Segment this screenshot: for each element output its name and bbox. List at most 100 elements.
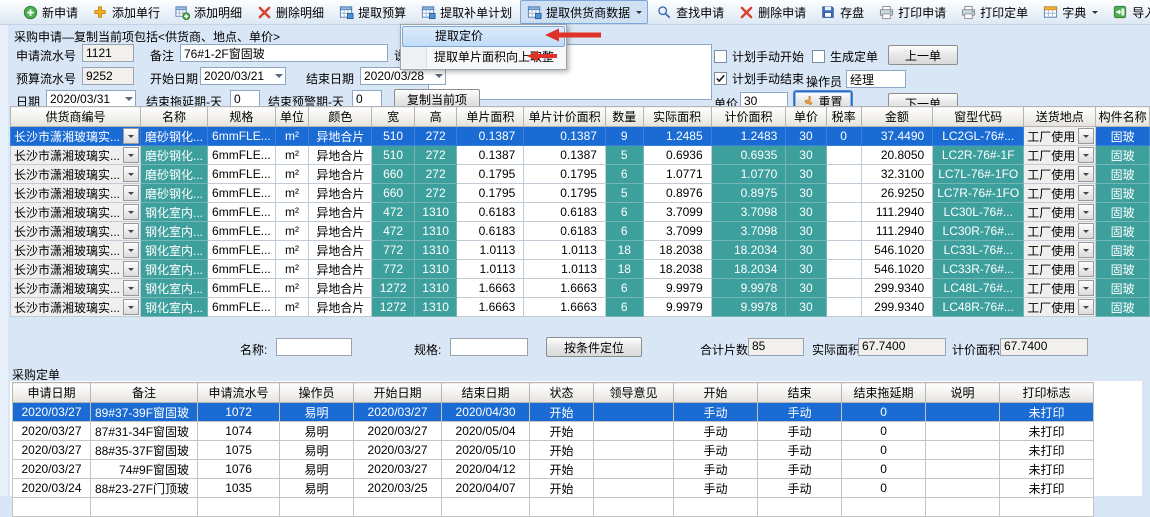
grid-cell[interactable]: 工厂使用 <box>1024 165 1096 184</box>
toolbar-button-3[interactable]: 添加明细 <box>168 0 248 24</box>
grid-cell[interactable]: 2020/04/07 <box>442 479 530 498</box>
chevron-down-icon[interactable] <box>123 299 139 315</box>
filter-spec-input[interactable] <box>450 338 528 356</box>
grid-cell[interactable]: 工厂使用 <box>1024 241 1096 260</box>
grid-cell[interactable] <box>594 441 674 460</box>
column-header[interactable]: 规格 <box>208 107 276 127</box>
grid-cell[interactable]: 手动 <box>674 479 758 498</box>
column-header[interactable]: 窗型代码 <box>933 107 1024 127</box>
grid-row[interactable]: 2020/03/2787#31-34F窗固玻1074易明2020/03/2720… <box>13 422 1094 441</box>
grid-cell[interactable] <box>826 298 861 317</box>
grid-cell[interactable] <box>826 203 861 222</box>
grid-cell[interactable]: 6mmFLE... <box>208 203 276 222</box>
chevron-down-icon[interactable] <box>1078 166 1094 182</box>
grid-cell[interactable]: 钢化室内... <box>141 260 208 279</box>
grid-cell[interactable]: 固玻 <box>1096 260 1150 279</box>
grid-cell[interactable]: 30 <box>786 241 826 260</box>
grid-cell[interactable]: 1.2485 <box>643 127 711 146</box>
grid-cell[interactable]: 6mmFLE... <box>208 222 276 241</box>
grid-cell[interactable]: 未打印 <box>1000 441 1094 460</box>
toolbar-button-4[interactable]: 删除明细 <box>250 0 330 24</box>
grid-cell[interactable]: LC30R-76#... <box>933 222 1024 241</box>
grid-cell[interactable]: 772 <box>372 241 415 260</box>
grid-cell[interactable]: 1.0113 <box>524 260 606 279</box>
grid-cell[interactable] <box>594 460 674 479</box>
toolbar-button-2[interactable]: 添加单行 <box>86 0 166 24</box>
grid-cell[interactable]: 2020/04/30 <box>442 403 530 422</box>
grid-cell[interactable]: 1076 <box>198 460 280 479</box>
grid-cell[interactable]: 手动 <box>674 460 758 479</box>
grid-cell[interactable]: m² <box>275 146 309 165</box>
grid-cell[interactable]: 0.8975 <box>711 184 786 203</box>
grid-cell[interactable]: 3.7099 <box>643 203 711 222</box>
grid-cell[interactable]: 固玻 <box>1096 298 1150 317</box>
grid-cell[interactable]: 工厂使用 <box>1024 203 1096 222</box>
grid-cell[interactable]: 20.8050 <box>861 146 933 165</box>
grid-cell[interactable]: 6mmFLE... <box>208 127 276 146</box>
grid-cell[interactable]: 1.2483 <box>711 127 786 146</box>
grid-cell[interactable]: 74#9F窗固玻 <box>91 460 198 479</box>
grid-cell[interactable]: 长沙市潇湘玻璃实... <box>11 298 141 317</box>
grid-cell[interactable]: 1035 <box>198 479 280 498</box>
grid-cell[interactable]: 1.0113 <box>457 241 524 260</box>
grid-cell[interactable]: 1272 <box>372 298 415 317</box>
grid-cell[interactable]: 546.1020 <box>861 260 933 279</box>
grid-cell[interactable]: 30 <box>786 203 826 222</box>
chevron-down-icon[interactable] <box>1078 261 1094 277</box>
grid-cell[interactable] <box>926 403 1000 422</box>
chevron-down-icon[interactable] <box>1078 128 1094 144</box>
grid-cell[interactable]: 钢化室内... <box>141 298 208 317</box>
grid-cell[interactable]: 1.6663 <box>457 298 524 317</box>
grid-cell[interactable] <box>926 422 1000 441</box>
chevron-down-icon[interactable] <box>123 261 139 277</box>
grid-cell[interactable]: 18.2038 <box>643 241 711 260</box>
column-header[interactable]: 送货地点 <box>1024 107 1096 127</box>
grid-cell[interactable]: 272 <box>414 184 457 203</box>
column-header[interactable]: 供货商编号 <box>11 107 141 127</box>
column-header[interactable]: 单片计价面积 <box>524 107 606 127</box>
grid-cell[interactable] <box>926 441 1000 460</box>
grid-cell[interactable]: 1.6663 <box>524 298 606 317</box>
grid-cell[interactable]: 272 <box>414 146 457 165</box>
chevron-down-icon[interactable] <box>123 280 139 296</box>
grid-cell[interactable]: m² <box>275 298 309 317</box>
toolbar-button-1[interactable]: 新申请 <box>16 0 84 24</box>
column-header[interactable]: 实际面积 <box>643 107 711 127</box>
grid-cell[interactable]: 18.2034 <box>711 241 786 260</box>
chevron-down-icon[interactable] <box>435 74 443 82</box>
grid-cell[interactable]: 异地合片 <box>309 184 372 203</box>
grid-cell[interactable]: 固玻 <box>1096 203 1150 222</box>
column-header[interactable]: 构件名称 <box>1096 107 1150 127</box>
grid-cell[interactable]: 1.0113 <box>524 241 606 260</box>
grid-cell[interactable]: LC33R-76#... <box>933 260 1024 279</box>
grid-cell[interactable]: 开始 <box>530 422 594 441</box>
grid-cell[interactable]: 5 <box>605 146 643 165</box>
grid-cell[interactable] <box>926 479 1000 498</box>
grid-cell[interactable]: 易明 <box>280 403 354 422</box>
checkbox-box[interactable] <box>714 50 727 63</box>
grid-cell[interactable]: 1.6663 <box>524 279 606 298</box>
chevron-down-icon[interactable] <box>123 147 139 163</box>
grid-cell[interactable]: 0 <box>842 460 926 479</box>
grid-cell[interactable]: m² <box>275 222 309 241</box>
grid-cell[interactable]: 88#23-27F门顶玻 <box>91 479 198 498</box>
toolbar-button-8[interactable]: 查找申请 <box>650 0 730 24</box>
chevron-down-icon[interactable] <box>123 128 139 144</box>
grid-cell[interactable]: 3.7099 <box>643 222 711 241</box>
manual-end-checkbox[interactable]: 计划手动结束 <box>714 70 804 87</box>
grid-cell[interactable]: 510 <box>372 146 415 165</box>
grid-cell[interactable]: 0.1795 <box>524 165 606 184</box>
column-header[interactable]: 打印标志 <box>1000 383 1094 403</box>
grid-cell[interactable]: m² <box>275 279 309 298</box>
grid-cell[interactable]: 固玻 <box>1096 241 1150 260</box>
column-header[interactable]: 申请流水号 <box>198 383 280 403</box>
grid-cell[interactable]: 开始 <box>530 403 594 422</box>
grid-cell[interactable]: 0.1387 <box>457 127 524 146</box>
grid-cell[interactable]: 固玻 <box>1096 279 1150 298</box>
toolbar-button-13[interactable]: 字典 <box>1036 0 1104 24</box>
grid-cell[interactable]: 磨砂钢化... <box>141 146 208 165</box>
grid-cell[interactable] <box>826 165 861 184</box>
locate-by-condition-button[interactable]: 按条件定位 <box>546 337 642 357</box>
grid-cell[interactable]: 工厂使用 <box>1024 146 1096 165</box>
grid-cell[interactable]: 1.0771 <box>643 165 711 184</box>
